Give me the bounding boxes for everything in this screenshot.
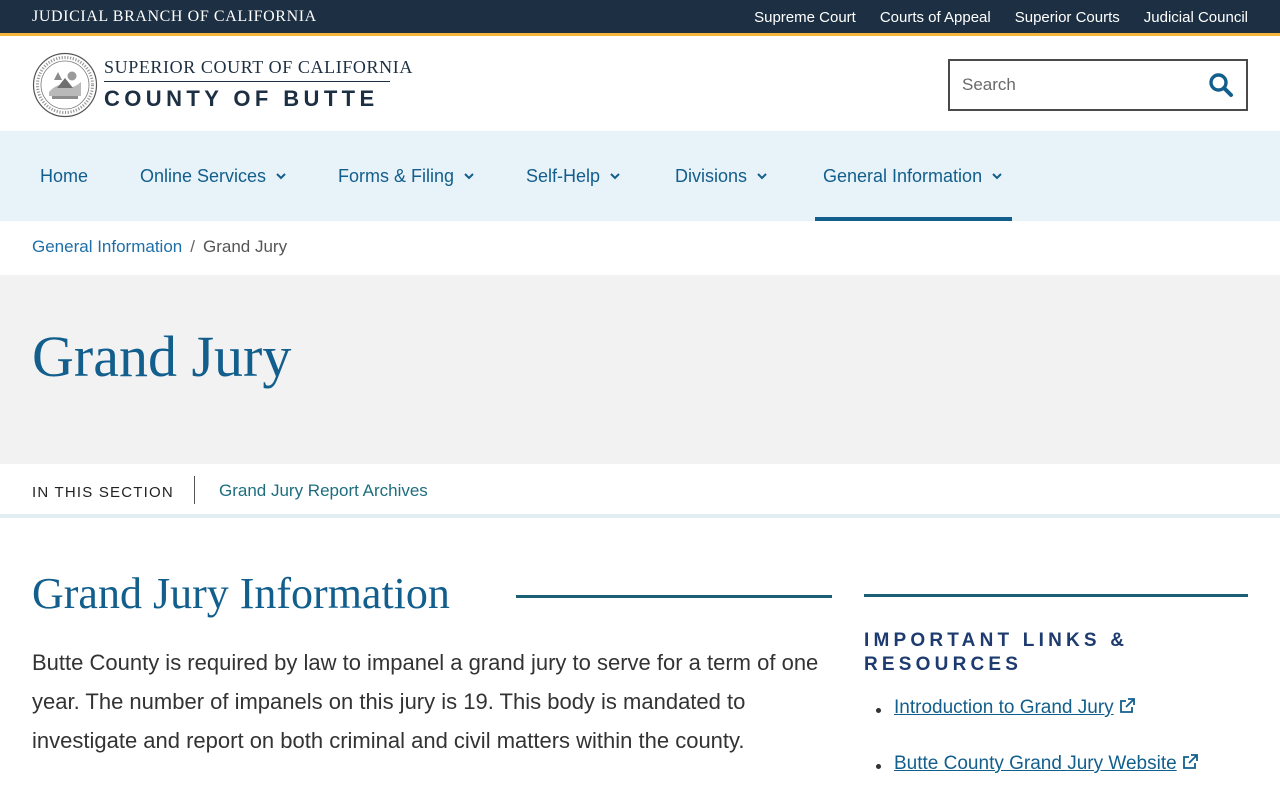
section-link-report-archives[interactable]: Grand Jury Report Archives [219, 481, 428, 501]
list-item: Butte County Grand Jury Website [876, 753, 1248, 775]
section-divider [194, 476, 195, 504]
chevron-down-icon [276, 173, 286, 180]
main-nav: Home Online Services Forms & Filing Self… [0, 131, 1280, 221]
aside-link-list: Introduction to Grand Jury Butte County … [864, 697, 1248, 775]
site-header: SUPERIOR COURT OF CALIFORNIA COUNTY OF B… [0, 39, 1280, 131]
content-heading: Grand Jury Information [32, 568, 474, 619]
breadcrumb: General Information / Grand Jury [32, 237, 287, 257]
nav-item-label: Home [40, 165, 89, 186]
search-box [948, 59, 1248, 111]
link-introduction-to-grand-jury[interactable]: Introduction to Grand Jury [894, 697, 1136, 718]
link-butte-county-grand-jury-website[interactable]: Butte County Grand Jury Website [894, 753, 1199, 774]
external-link-icon [1182, 754, 1198, 769]
california-judicial-seal-icon[interactable] [32, 52, 98, 118]
top-link-judicial-council[interactable]: Judicial Council [1144, 9, 1248, 26]
content-paragraph: Butte County is required by law to impan… [32, 650, 819, 753]
chevron-down-icon [992, 173, 1002, 180]
breadcrumb-current: Grand Jury [202, 237, 288, 256]
in-this-section-bar: IN THIS SECTION Grand Jury Report Archiv… [0, 464, 1280, 518]
breadcrumb-separator: / [190, 237, 195, 256]
court-name-line2: COUNTY OF BUTTE [104, 86, 379, 111]
top-link-superior-courts[interactable]: Superior Courts [1015, 9, 1120, 26]
nav-item-self-help[interactable]: Self-Help [526, 131, 622, 221]
chevron-down-icon [464, 173, 474, 180]
list-item: Introduction to Grand Jury [876, 697, 1248, 719]
page-title: Grand Jury [32, 324, 292, 389]
main-content: Grand Jury Information Butte County is r… [32, 568, 832, 760]
court-name-divider [104, 81, 390, 82]
top-links: Supreme Court Courts of Appeal Superior … [754, 9, 1248, 26]
nav-item-label: Online Services [140, 165, 267, 186]
aside-heading: IMPORTANT LINKS & RESOURCES [864, 630, 1129, 675]
search-input[interactable] [950, 61, 1196, 109]
link-label: Introduction to Grand Jury [894, 697, 1114, 718]
nav-item-general-information[interactable]: General Information [814, 131, 1013, 221]
search-icon [1209, 73, 1233, 97]
external-link-icon [1119, 698, 1135, 713]
court-name[interactable]: SUPERIOR COURT OF CALIFORNIA COUNTY OF B… [104, 57, 413, 112]
page-hero: Grand Jury [0, 275, 1280, 464]
heading-rule [516, 595, 832, 598]
top-link-supreme-court[interactable]: Supreme Court [754, 9, 856, 26]
search-button[interactable] [1196, 61, 1246, 109]
judicial-branch-bar: JUDICIAL BRANCH OF CALIFORNIA Supreme Co… [0, 0, 1280, 36]
nav-item-label: General Information [823, 165, 983, 186]
nav-item-divisions[interactable]: Divisions [675, 131, 769, 221]
nav-item-online-services[interactable]: Online Services [140, 131, 288, 221]
nav-item-label: Forms & Filing [338, 165, 455, 186]
chevron-down-icon [757, 173, 767, 180]
court-name-line1: SUPERIOR COURT OF CALIFORNIA [104, 57, 413, 77]
top-link-courts-of-appeal[interactable]: Courts of Appeal [880, 9, 991, 26]
breadcrumb-link-general-information[interactable]: General Information [32, 237, 182, 257]
nav-item-label: Self-Help [526, 165, 601, 186]
link-label: Butte County Grand Jury Website [894, 753, 1177, 774]
nav-item-forms-filing[interactable]: Forms & Filing [338, 131, 476, 221]
important-links-panel: IMPORTANT LINKS & RESOURCES Introduction… [864, 594, 1248, 800]
nav-item-home[interactable]: Home [40, 131, 88, 221]
judicial-branch-link[interactable]: JUDICIAL BRANCH OF CALIFORNIA [32, 8, 317, 26]
aside-rule [864, 594, 1248, 597]
in-this-section-label: IN THIS SECTION [32, 484, 174, 501]
chevron-down-icon [610, 173, 620, 180]
nav-item-label: Divisions [675, 165, 748, 186]
